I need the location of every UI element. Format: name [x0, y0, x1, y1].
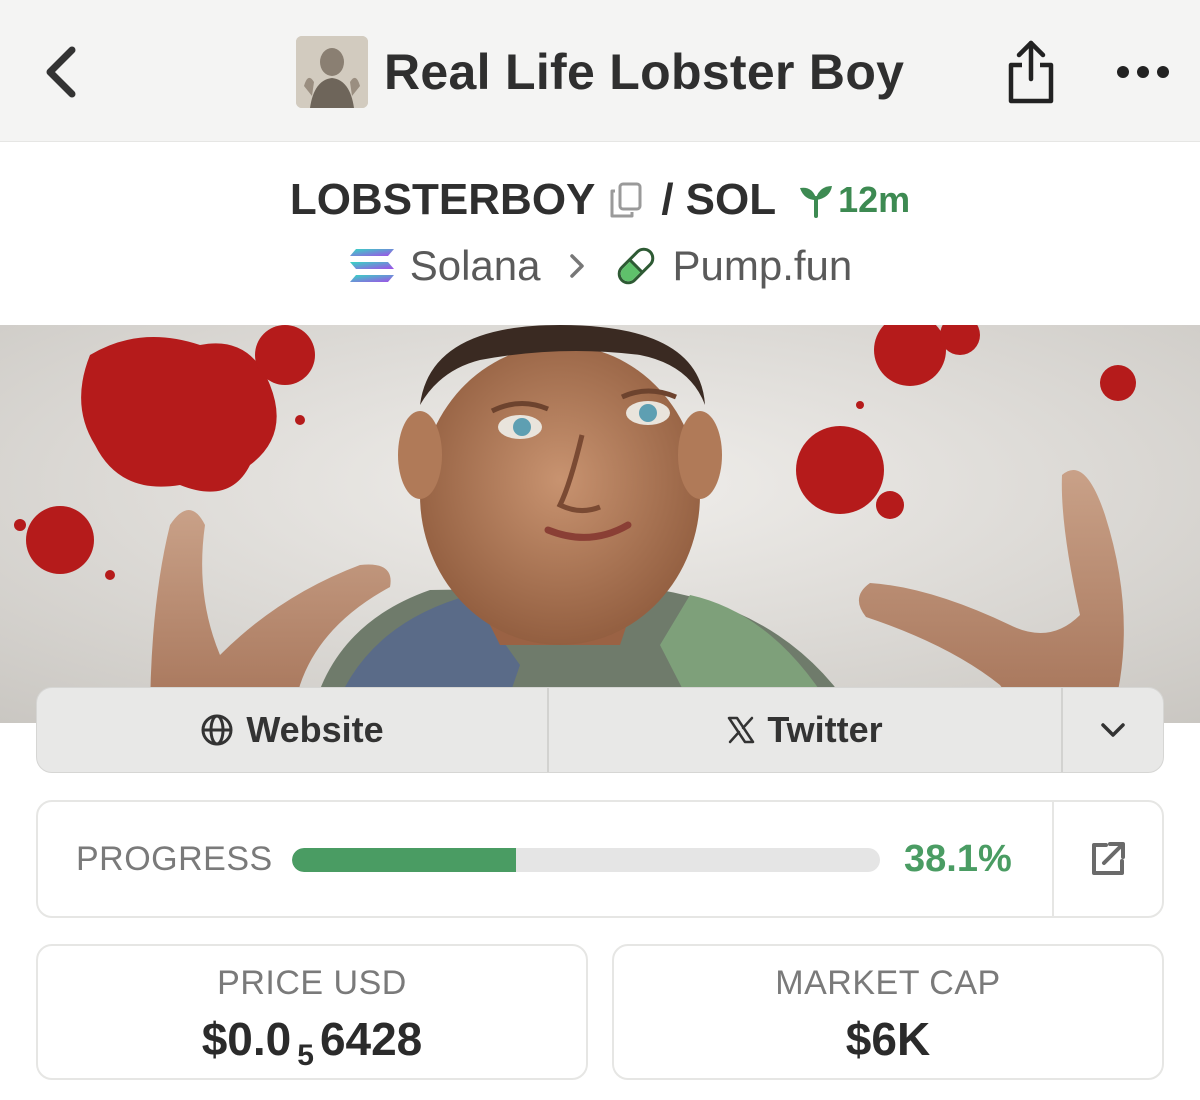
x-logo-icon [728, 716, 755, 744]
share-button[interactable] [998, 34, 1064, 110]
chain-name: Solana [409, 242, 541, 289]
website-button[interactable]: Website [37, 688, 549, 772]
chevron-left-icon [46, 46, 76, 98]
solana-icon [349, 249, 394, 282]
page-title: Real Life Lobster Boy [384, 44, 905, 100]
chain-link-solana[interactable]: Solana [348, 242, 541, 290]
more-links-dropdown[interactable] [1063, 688, 1163, 772]
price-prefix: $0.0 [201, 1013, 292, 1065]
pair-quote-symbol: SOL [685, 175, 777, 224]
market-cap-value: $6K [845, 1013, 931, 1065]
pair-age: 12m [796, 179, 910, 221]
back-button[interactable] [30, 40, 90, 104]
price-usd-card: PRICE USD $0.0 5 6428 [36, 944, 588, 1080]
globe-icon [201, 714, 233, 746]
breadcrumb-separator [567, 252, 587, 280]
progress-label: PROGRESS [76, 839, 273, 878]
bonding-progress-card: PROGRESS 38.1% [36, 800, 1164, 918]
price-digits: 6428 [319, 1013, 423, 1065]
progress-value: 38.1% [904, 837, 1012, 880]
market-cap-label: MARKET CAP [775, 964, 1001, 1002]
price-usd-label: PRICE USD [217, 964, 407, 1002]
open-external-button[interactable] [1078, 834, 1138, 884]
share-icon [1008, 40, 1054, 104]
dex-name: Pump.fun [672, 242, 853, 289]
market-cap-card: MARKET CAP $6K [612, 944, 1164, 1080]
price-usd-value: $0.0 5 6428 [38, 1012, 586, 1073]
token-avatar [296, 36, 368, 108]
website-label: Website [246, 709, 384, 750]
pair-age-text: 12m [838, 179, 911, 220]
more-options-button[interactable] [1110, 52, 1176, 92]
twitter-button[interactable]: Twitter [549, 688, 1063, 772]
chain-breadcrumb: Solana Pump.fun [0, 238, 1200, 294]
social-links-bar: Website Twitter [36, 687, 1164, 773]
dex-link-pumpfun[interactable]: Pump.fun [613, 242, 853, 290]
price-zero-count: 5 [297, 1039, 314, 1072]
chevron-right-icon [569, 254, 584, 278]
twitter-label: Twitter [767, 709, 883, 750]
seedling-icon [800, 186, 833, 218]
copy-address-button[interactable] [607, 180, 645, 220]
external-link-icon [1092, 842, 1125, 875]
top-nav-bar: Real Life Lobster Boy [0, 0, 1200, 142]
pair-separator: / [661, 175, 674, 224]
progress-bar-fill [292, 848, 517, 872]
progress-bar [292, 848, 880, 872]
token-title-group: Real Life Lobster Boy [296, 36, 904, 108]
chevron-down-icon [1101, 723, 1125, 737]
pill-icon [617, 247, 654, 285]
copy-icon [610, 182, 642, 218]
pair-base-symbol: LOBSTERBOY [289, 175, 596, 224]
token-banner-image [0, 325, 1200, 723]
progress-divider [1052, 802, 1054, 916]
ellipsis-icon [1117, 66, 1169, 78]
pair-header: LOBSTERBOY / SOL 12m [0, 170, 1200, 230]
